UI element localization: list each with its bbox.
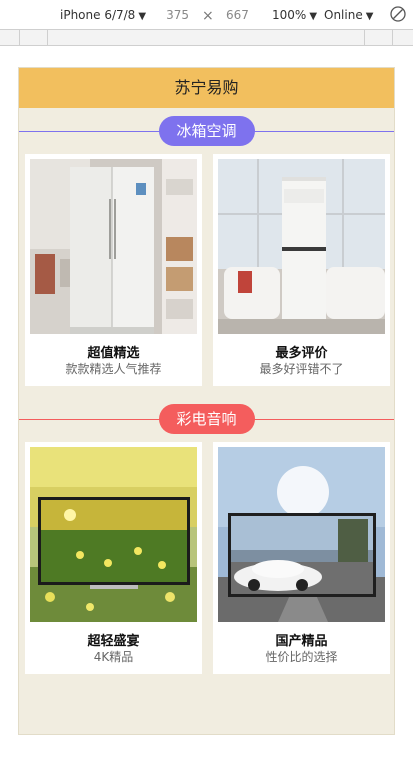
product-title: 超值精选 [87, 346, 140, 361]
device-select-label: iPhone 6/7/8 [60, 8, 136, 22]
device-toolbar: iPhone 6/7/8 ▼ 375 × 667 100% ▼ Online ▼ [0, 0, 413, 30]
section-title-fridge-ac: 冰箱空调 [19, 108, 394, 154]
ruler-segment[interactable] [0, 30, 20, 46]
air-conditioner-image[interactable] [218, 159, 385, 334]
zoom-select-label: 100% [272, 8, 307, 22]
chevron-down-icon: ▼ [309, 11, 318, 22]
product-grid: 超轻盛宴 4K精品 国产精品 性价比的选择 [19, 442, 394, 674]
device-select[interactable]: iPhone 6/7/8 ▼ [60, 8, 146, 22]
product-card[interactable]: 超轻盛宴 4K精品 [25, 442, 202, 674]
page-title: 苏宁易购 [174, 78, 239, 97]
product-subtitle: 款款精选人气推荐 [65, 362, 162, 376]
page-header: 苏宁易购 [19, 68, 394, 108]
product-grid: 超值精选 款款精选人气推荐 最多评价 最多好评错不了 [19, 154, 394, 386]
product-subtitle: 4K精品 [93, 650, 134, 664]
product-title: 最多评价 [275, 346, 328, 361]
chevron-down-icon: ▼ [138, 11, 147, 22]
viewport-height-input[interactable]: 667 [226, 8, 249, 22]
product-card[interactable]: 最多评价 最多好评错不了 [213, 154, 390, 386]
refrigerator-image[interactable] [30, 159, 197, 334]
dimension-separator: × [202, 8, 214, 24]
network-throttle-select[interactable]: Online ▼ [324, 8, 373, 22]
ruler-segment[interactable] [48, 30, 365, 46]
product-subtitle: 最多好评错不了 [259, 362, 344, 376]
zoom-select[interactable]: 100% ▼ [272, 8, 317, 22]
media-query-ruler[interactable] [0, 30, 413, 46]
network-select-label: Online [324, 8, 363, 22]
tv-car-image[interactable] [218, 447, 385, 622]
category-pill[interactable]: 冰箱空调 [158, 116, 255, 146]
product-title: 国产精品 [275, 634, 328, 649]
product-card[interactable]: 国产精品 性价比的选择 [213, 442, 390, 674]
ruler-segment[interactable] [365, 30, 393, 46]
product-subtitle: 性价比的选择 [265, 650, 338, 664]
mobile-viewport: 苏宁易购 冰箱空调 超值精选 款款精选人气推荐 最多评价 最多好评错不了 彩电音… [18, 67, 395, 735]
ruler-segment[interactable] [20, 30, 48, 46]
rotate-icon[interactable] [389, 5, 407, 23]
product-card[interactable]: 超值精选 款款精选人气推荐 [25, 154, 202, 386]
section-title-tv-audio: 彩电音响 [19, 396, 394, 442]
product-title: 超轻盛宴 [87, 634, 140, 649]
viewport-width-input[interactable]: 375 [165, 8, 189, 22]
tv-flowers-image[interactable] [30, 447, 197, 622]
category-pill[interactable]: 彩电音响 [158, 404, 255, 434]
chevron-down-icon: ▼ [365, 11, 374, 22]
